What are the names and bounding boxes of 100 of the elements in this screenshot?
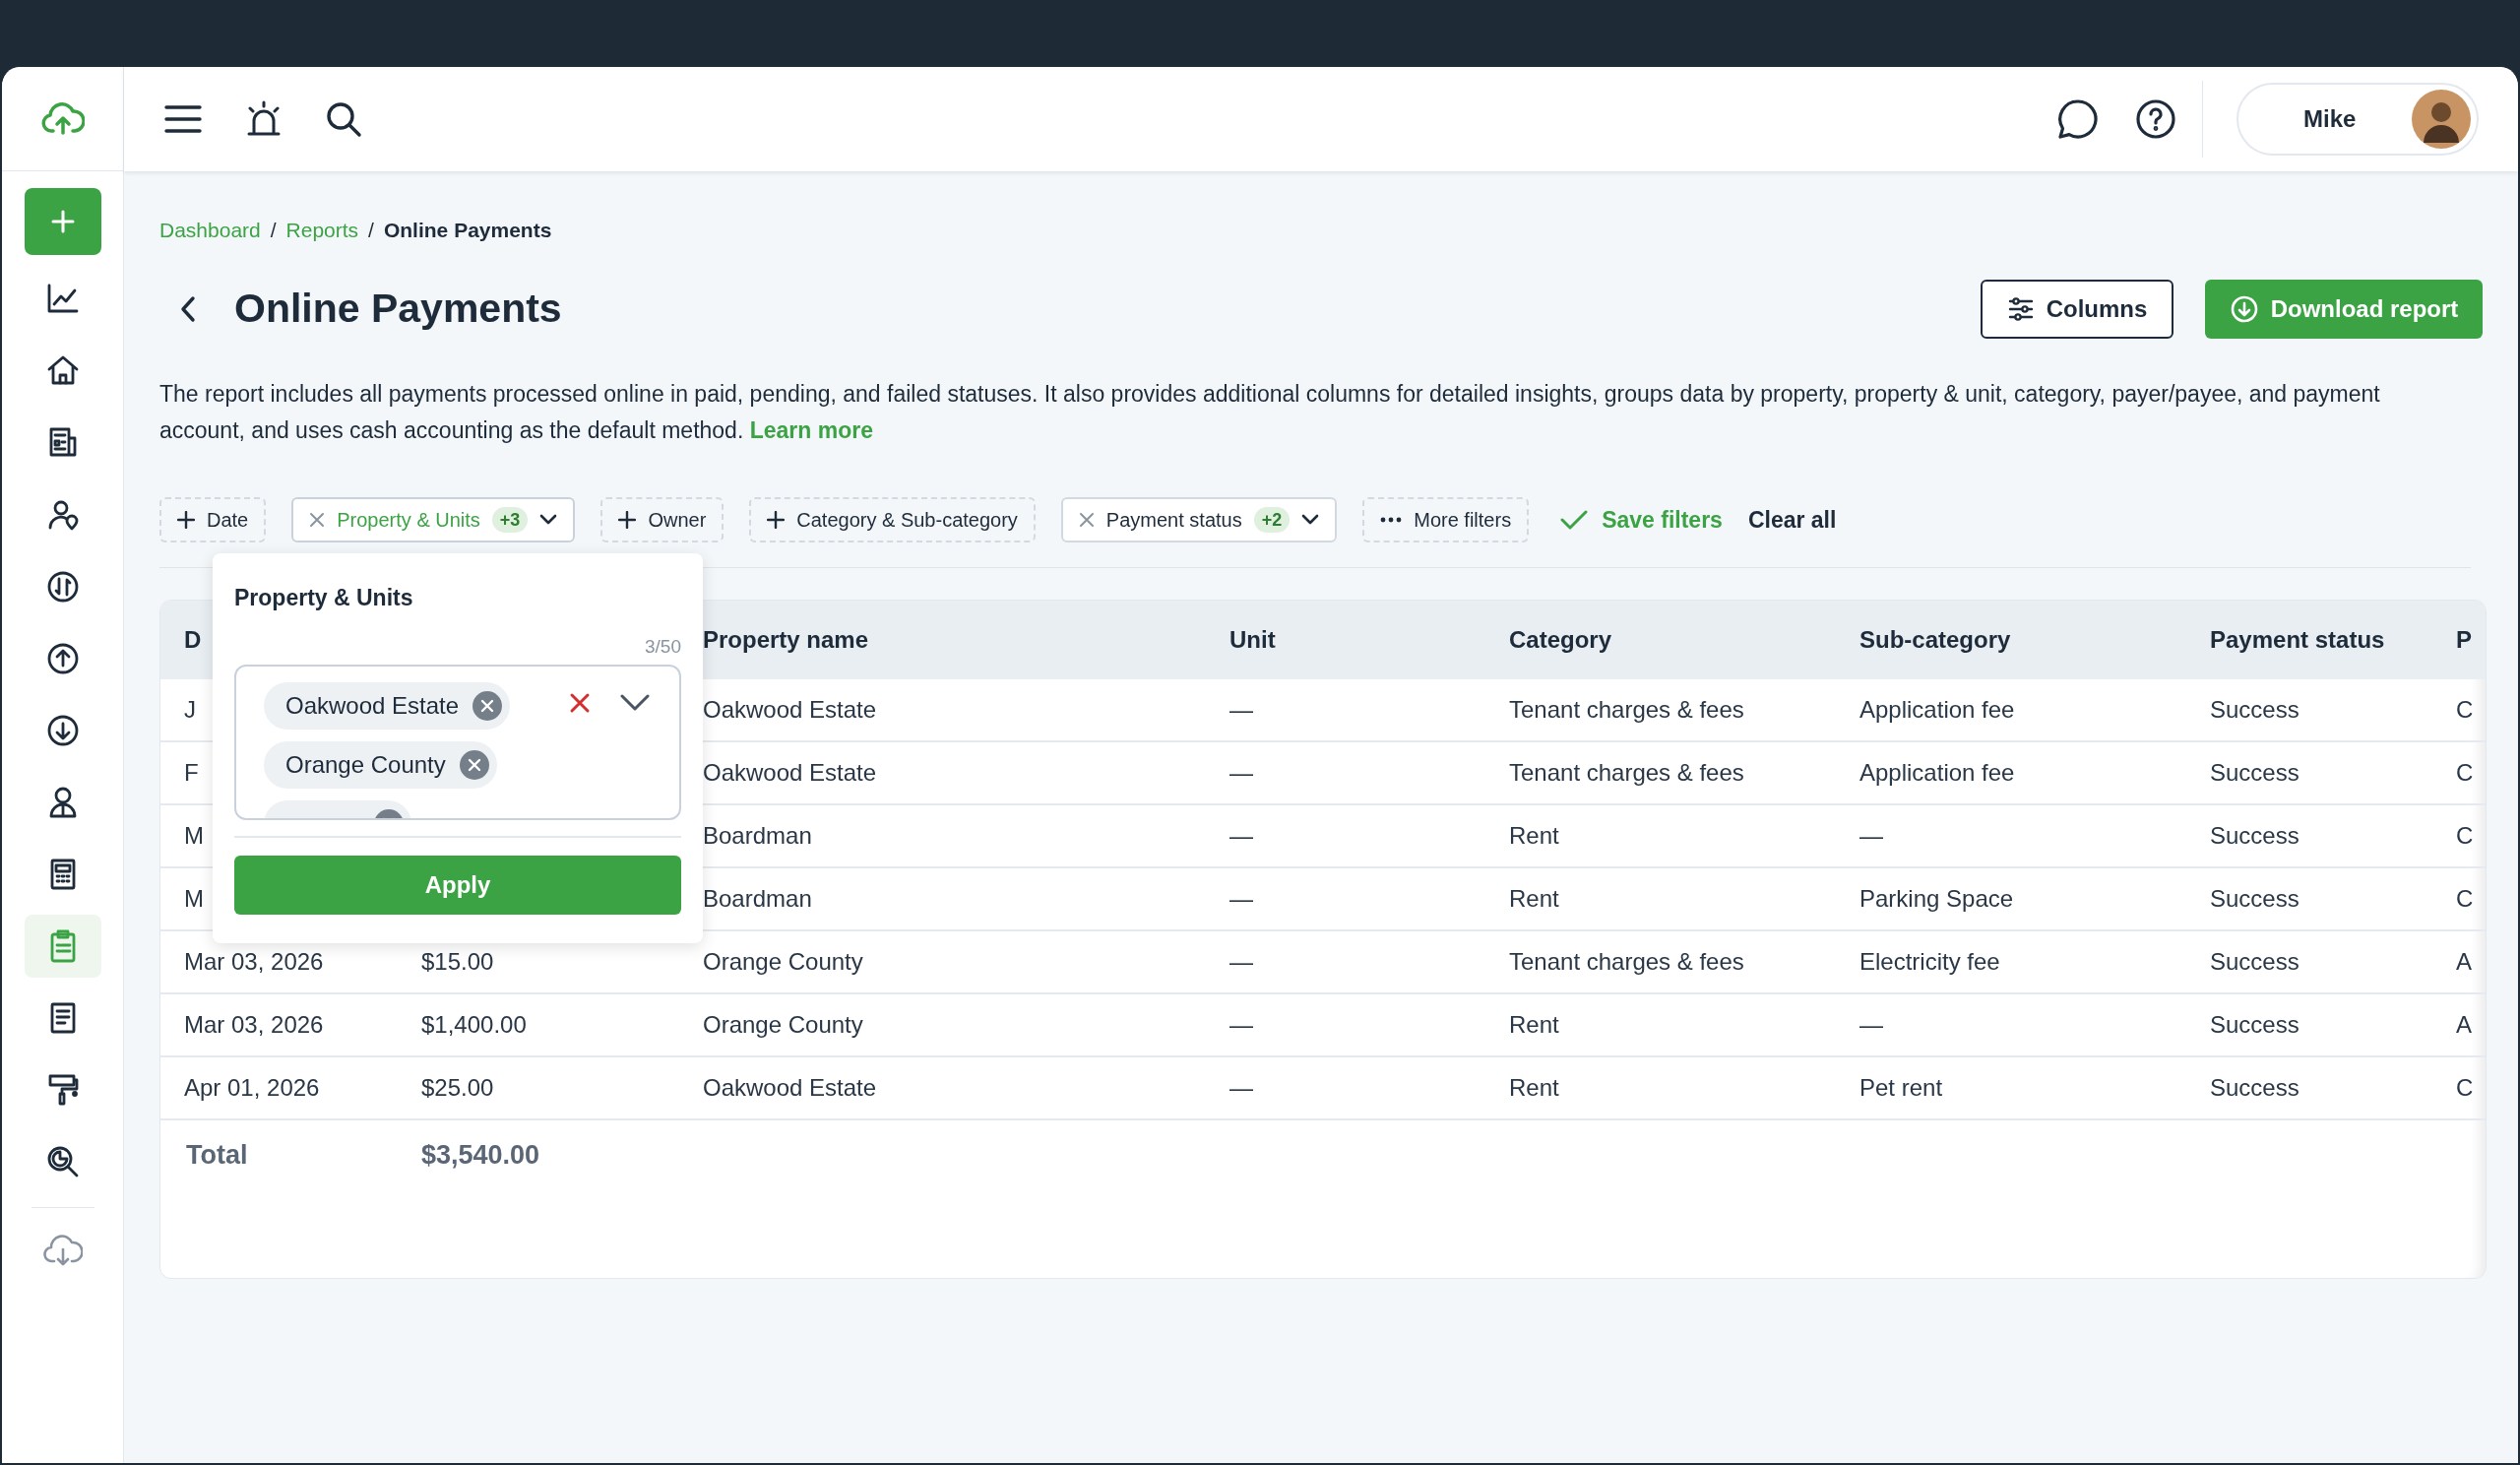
breadcrumb-current: Online Payments (383, 218, 552, 244)
column-header: Payment status (2210, 626, 2385, 653)
count-badge: +3 (491, 507, 529, 533)
selected-chip: Oakwood Estate (264, 682, 511, 730)
remove-chip-icon[interactable] (472, 691, 503, 721)
close-icon[interactable] (309, 512, 326, 528)
plus-icon (49, 209, 76, 234)
table-cell: A (2456, 1011, 2472, 1038)
popup-title: Property & Units (234, 584, 414, 612)
avatar-icon (2412, 90, 2471, 149)
table-cell: Rent (1509, 885, 1559, 912)
selected-chip: Orange County (264, 741, 497, 789)
column-header: Property name (703, 626, 869, 653)
cloud-upload-logo-icon[interactable] (40, 100, 85, 137)
create-button[interactable] (24, 188, 101, 255)
report-description: The report includes all payments processed online in paid, pending, and failed statuses. It also provides additional columns for detailed insights, groups data by property, property & unit, category, payer/payee, and payment account, and uses cash accounting as the default method. Learn more (159, 380, 2381, 445)
selection-counter: 3/50 (645, 634, 681, 659)
table-cell: — (1229, 948, 1253, 975)
column-header: D (184, 626, 202, 653)
table-cell: F (184, 759, 199, 786)
table-cell: Application fee (1859, 696, 2015, 723)
table-cell: $25.00 (421, 1074, 494, 1101)
menu-icon[interactable] (163, 103, 203, 135)
table-cell: Mar 03, 2026 (184, 1011, 324, 1038)
table-cell: Oakwood Estate (703, 696, 877, 723)
table-cell: — (1859, 822, 1883, 849)
table-cell: C (2456, 696, 2474, 723)
more-filters-button[interactable]: More filters (1362, 497, 1530, 542)
table-cell: A (2456, 948, 2472, 975)
table-cell: M (184, 822, 204, 849)
table-cell: J (184, 696, 196, 723)
table-cell: $1,400.00 (421, 1011, 527, 1038)
table-cell: Success (2210, 759, 2300, 786)
table-cell: Electricity fee (1859, 948, 2000, 975)
table-cell: Success (2210, 948, 2300, 975)
chat-bubble-icon[interactable] (2056, 97, 2100, 141)
table-cell: Pet rent (1859, 1074, 1943, 1101)
checkmark-icon (1560, 509, 1589, 531)
table-cell: — (1229, 696, 1253, 723)
table-cell: C (2456, 759, 2474, 786)
help-icon[interactable] (2135, 98, 2176, 140)
table-cell: C (2456, 885, 2474, 912)
column-header: P (2456, 626, 2472, 653)
table-cell: — (1229, 1074, 1253, 1101)
table-cell: — (1859, 1011, 1883, 1038)
table-cell: Orange County (703, 948, 863, 975)
add-filter-button[interactable]: Date (159, 497, 267, 542)
chevron-down-icon[interactable] (620, 694, 650, 712)
table-cell: Boardman (703, 822, 812, 849)
table-cell: Apr 01, 2026 (184, 1074, 320, 1101)
search-icon[interactable] (325, 100, 362, 138)
plus-icon (767, 511, 786, 529)
table-cell: Rent (1509, 1074, 1559, 1101)
table-cell: Success (2210, 1011, 2300, 1038)
cloud-download-icon (2229, 295, 2259, 323)
table-cell: $15.00 (421, 948, 494, 975)
table-cell: Orange County (703, 1011, 863, 1038)
add-filter-button[interactable]: Category & Sub-category (749, 497, 1036, 542)
filter-dropdown[interactable]: Payment status +2 (1060, 497, 1338, 542)
table-cell: Success (2210, 1074, 2300, 1101)
columns-button[interactable]: Columns (1981, 280, 2174, 339)
page-title: Online Payments (234, 285, 562, 334)
table-cell: M (184, 885, 204, 912)
table-cell: Rent (1509, 1011, 1559, 1038)
add-filter-button[interactable]: Owner (600, 497, 724, 542)
table-cell: — (1229, 1011, 1253, 1038)
clear-icon[interactable] (569, 692, 591, 714)
count-badge: +2 (1253, 507, 1291, 533)
table-cell: C (2456, 1074, 2474, 1101)
column-header: Sub-category (1859, 626, 2011, 653)
table-cell: Parking Space (1859, 885, 2014, 912)
column-header: Category (1509, 626, 1612, 653)
plus-icon (177, 511, 195, 529)
table-cell: C (2456, 822, 2474, 849)
breadcrumb-separator: / (270, 218, 277, 244)
filter-dropdown[interactable]: Property & Units +3 (291, 497, 576, 542)
property-select-field[interactable]: Oakwood Estate Orange County (234, 665, 681, 820)
clear-all-button[interactable]: Clear all (1747, 502, 1837, 538)
table-cell: Oakwood Estate (703, 759, 877, 786)
table-cell: Application fee (1859, 759, 2015, 786)
plus-icon (618, 511, 637, 529)
total-label: Total (186, 1139, 248, 1170)
table-cell: — (1229, 885, 1253, 912)
table-cell: Success (2210, 822, 2300, 849)
table-cell: — (1229, 822, 1253, 849)
table-cell: Tenant charges & fees (1509, 696, 1744, 723)
more-dots-icon (1380, 517, 1403, 523)
table-cell: Tenant charges & fees (1509, 759, 1744, 786)
breadcrumb-separator: / (368, 218, 374, 244)
table-cell: Tenant charges & fees (1509, 948, 1744, 975)
user-menu-button[interactable]: Mike (2236, 83, 2479, 156)
remove-chip-icon[interactable] (459, 750, 489, 780)
chevron-down-icon (1301, 514, 1320, 526)
chevron-down-icon (539, 514, 558, 526)
table-cell: Success (2210, 885, 2300, 912)
table-cell: Rent (1509, 822, 1559, 849)
column-header: Unit (1229, 626, 1276, 653)
close-icon[interactable] (1078, 512, 1095, 528)
table-cell: — (1229, 759, 1253, 786)
table-cell: Boardman (703, 885, 812, 912)
